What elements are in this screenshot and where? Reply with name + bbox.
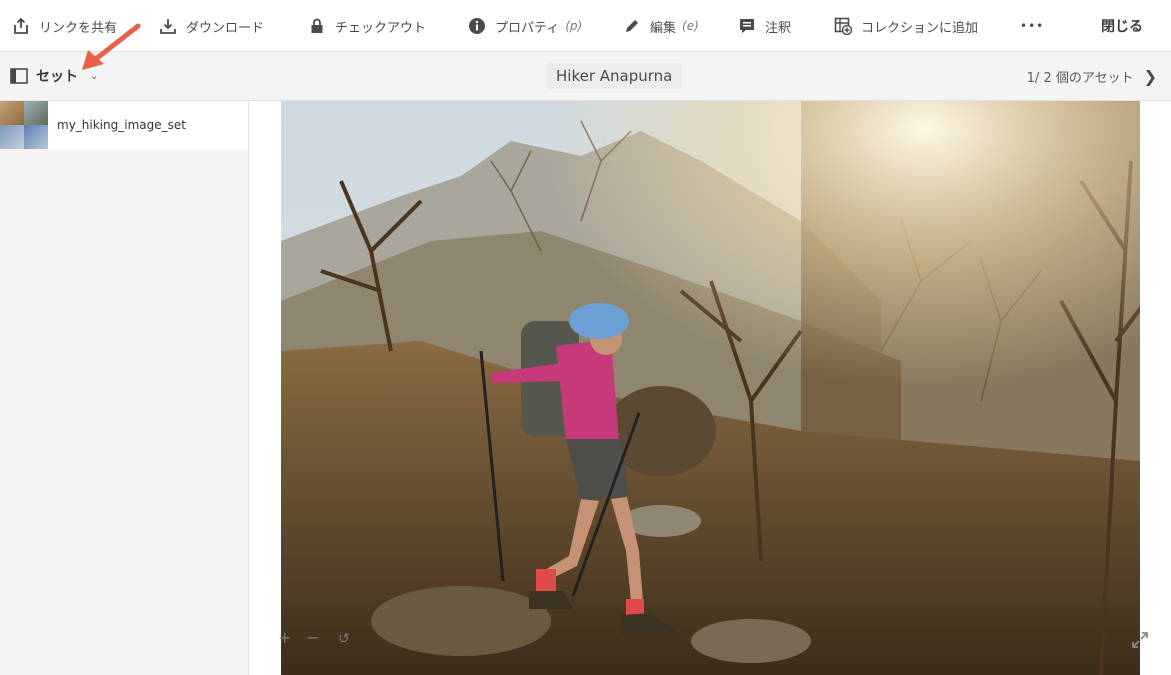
more-button[interactable]: ••• bbox=[1020, 14, 1044, 38]
download-label: ダウンロード bbox=[186, 20, 265, 36]
add-to-collection-button[interactable]: コレクションに追加 bbox=[834, 14, 978, 38]
hiker-photo-illustration bbox=[281, 101, 1140, 675]
asset-image bbox=[281, 101, 1140, 675]
share-link-button[interactable]: リンクを共有 bbox=[12, 14, 117, 38]
set-name: my_hiking_image_set bbox=[57, 118, 186, 132]
download-button[interactable]: ダウンロード bbox=[159, 14, 264, 38]
edit-label: 編集 bbox=[650, 20, 677, 36]
download-icon bbox=[160, 19, 176, 34]
set-thumbnail bbox=[0, 101, 48, 149]
asset-title: Hiker Anapurna bbox=[546, 63, 683, 89]
pager-text: 1/ 2 個のアセット bbox=[1026, 71, 1134, 86]
annotate-label: 注釈 bbox=[765, 20, 792, 36]
fullscreen-icon[interactable] bbox=[1131, 631, 1149, 649]
set-label: セット bbox=[36, 69, 78, 85]
thumbnail-tile bbox=[0, 101, 24, 125]
edit-shortcut: (e) bbox=[682, 19, 699, 33]
edit-button[interactable]: 編集 (e) bbox=[623, 14, 699, 38]
asset-subheader: セット ⌄ Hiker Anapurna 1/ 2 個のアセット ❯ bbox=[0, 52, 1171, 101]
asset-viewer: + − ↺ bbox=[250, 101, 1171, 675]
close-button[interactable]: 閉じる bbox=[1101, 16, 1143, 36]
properties-button[interactable]: プロパティ (p) bbox=[468, 14, 582, 38]
set-rail-toggle[interactable]: セット ⌄ bbox=[10, 66, 98, 86]
thumbnail-tile bbox=[0, 125, 24, 149]
add-to-collection-label: コレクションに追加 bbox=[861, 20, 979, 36]
annotate-button[interactable]: 注釈 bbox=[738, 14, 791, 38]
checkout-label: チェックアウト bbox=[335, 20, 427, 36]
chevron-down-icon[interactable]: ⌄ bbox=[90, 71, 98, 82]
asset-pager: 1/ 2 個のアセット ❯ bbox=[1027, 67, 1157, 86]
lock-icon bbox=[311, 18, 323, 33]
set-rail: my_hiking_image_set bbox=[0, 101, 249, 675]
top-toolbar: リンクを共有 ダウンロード チェックアウト プロパティ (p) 編集 (e) 注… bbox=[0, 0, 1171, 52]
thumbnail-tile bbox=[24, 125, 48, 149]
more-icon: ••• bbox=[1020, 19, 1045, 33]
share-link-label: リンクを共有 bbox=[39, 20, 118, 36]
comment-icon bbox=[740, 19, 754, 33]
list-item[interactable]: my_hiking_image_set bbox=[0, 101, 248, 149]
info-icon bbox=[469, 18, 485, 34]
zoom-out-icon[interactable]: − bbox=[306, 628, 319, 647]
checkout-button[interactable]: チェックアウト bbox=[308, 14, 426, 38]
reset-zoom-icon[interactable]: ↺ bbox=[338, 631, 350, 647]
chevron-right-icon[interactable]: ❯ bbox=[1144, 67, 1157, 86]
rail-toggle-icon bbox=[10, 68, 28, 84]
properties-shortcut: (p) bbox=[565, 19, 583, 33]
share-icon bbox=[14, 17, 28, 34]
zoom-in-icon[interactable]: + bbox=[278, 628, 291, 647]
pencil-icon bbox=[626, 20, 638, 32]
thumbnail-tile bbox=[24, 101, 48, 125]
add-collection-icon bbox=[834, 17, 852, 35]
properties-label: プロパティ bbox=[495, 20, 560, 36]
